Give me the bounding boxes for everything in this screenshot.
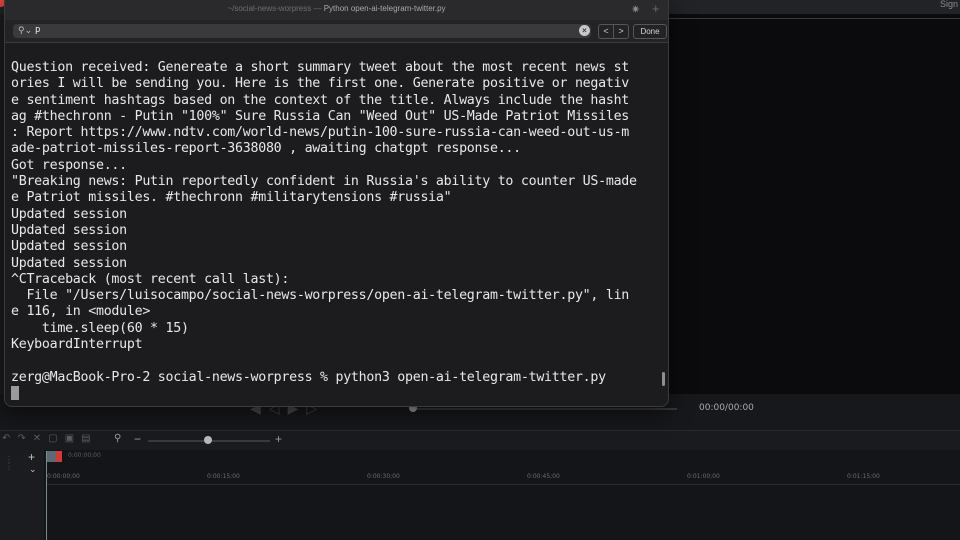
terminal-title-bar[interactable]: ~/social-news-worpress — Python open-ai-… <box>5 0 668 20</box>
ruler-label: 0:01:00;00 <box>687 473 720 480</box>
playback-scrubber-track[interactable] <box>415 408 677 410</box>
video-preview-canvas <box>665 14 960 394</box>
terminal-line: ade-patriot-missiles-report-3638080 , aw… <box>11 141 521 157</box>
find-previous-button[interactable]: < <box>599 25 613 38</box>
ruler-label: 0:01:15;00 <box>847 473 880 480</box>
terminal-line: KeyboardInterrupt <box>11 337 143 353</box>
terminal-scrollbar[interactable] <box>662 372 665 386</box>
find-next-button[interactable]: > <box>613 25 628 38</box>
ruler-label: 0:00:30;00 <box>367 473 400 480</box>
terminal-title: ~/social-news-worpress — Python open-ai-… <box>5 4 668 13</box>
zoom-out-button[interactable]: − <box>134 432 141 446</box>
terminal-line: ^CTraceback (most recent call last): <box>11 271 290 287</box>
terminal-line: Question received: Genereate a short sum… <box>11 60 630 75</box>
terminal-line: Updated session <box>11 255 127 271</box>
terminal-line: e 116, in <module> <box>11 304 151 320</box>
terminal-line: e Patriot missiles. #thechronn #military… <box>11 190 452 206</box>
collapse-tracks-chevron-icon[interactable]: ⌄ <box>29 464 37 475</box>
cut-icon[interactable]: ✕ <box>33 433 48 444</box>
search-icon[interactable]: ⚲⌄ <box>18 25 32 36</box>
timeline-tool-icons: ↶↷✕▢▣▤ <box>2 433 98 444</box>
preview-divider <box>665 18 960 19</box>
paste-icon[interactable]: ▣ <box>65 433 81 444</box>
terminal-line: Updated session <box>11 206 127 222</box>
zoom-search-icon: ⚲ <box>114 433 122 444</box>
terminal-line: File "/Users/luisocampo/social-news-worp… <box>11 288 630 304</box>
terminal-line: time.sleep(60 * 15) <box>11 320 189 336</box>
find-done-button[interactable]: Done <box>633 24 667 39</box>
terminal-line: Updated session <box>11 222 127 238</box>
clear-search-button[interactable]: × <box>579 25 590 36</box>
find-bar: ⚲⌄ p × < > Done <box>5 20 668 43</box>
terminal-output[interactable]: Question received: Genereate a short sum… <box>11 60 666 402</box>
undo-icon[interactable]: ↶ <box>2 433 17 444</box>
playhead-timecode: 0:00:00;00 <box>68 452 101 459</box>
terminal-line: Updated session <box>11 239 127 255</box>
playback-time-readout: 00:00/00:00 <box>699 403 754 413</box>
copy-icon[interactable]: ▢ <box>48 433 64 444</box>
timeline-toolbar <box>0 430 960 451</box>
ruler-label: 0:00:45;00 <box>527 473 560 480</box>
timeline-zoom-knob[interactable] <box>204 436 212 444</box>
terminal-line: "Breaking news: Putin reportedly confide… <box>11 174 637 190</box>
ruler-label: 0:00:00;00 <box>47 473 80 480</box>
drag-handle-icon[interactable]: ⋮ ⋮ <box>5 456 13 471</box>
timeline-ruler[interactable] <box>47 468 960 485</box>
find-input[interactable]: ⚲⌄ p × <box>13 24 591 38</box>
timeline-area[interactable] <box>0 450 960 540</box>
playhead-handle[interactable] <box>47 451 56 462</box>
terminal-cursor <box>11 385 19 400</box>
split-icon[interactable]: ▤ <box>81 433 97 444</box>
terminal-title-process: Python open-ai-telegram-twitter.py <box>323 4 446 13</box>
playhead-line <box>46 451 47 540</box>
ruler-label: 0:00:15;00 <box>207 473 240 480</box>
terminal-line: : Report https://www.ndtv.com/world-news… <box>11 125 630 141</box>
redo-icon[interactable]: ↷ <box>17 433 32 444</box>
add-track-button[interactable]: + <box>28 450 35 464</box>
terminal-line: ories I will be sending you. Here is the… <box>11 76 630 92</box>
new-tab-button[interactable]: + <box>652 1 660 16</box>
terminal-line: ag #thechronn - Putin "100%" Sure Russia… <box>11 108 630 124</box>
find-navigation: < > <box>598 24 629 39</box>
playhead-marker <box>56 451 62 462</box>
find-query-text[interactable]: p <box>35 25 40 35</box>
terminal-window: ~/social-news-worpress — Python open-ai-… <box>4 0 669 407</box>
sign-in-button[interactable]: Sign <box>940 0 958 9</box>
activity-spinner-icon: ✷ <box>631 4 641 16</box>
terminal-line: e sentiment hashtags based on the contex… <box>11 92 630 108</box>
terminal-title-path: ~/social-news-worpress — <box>227 4 324 13</box>
zoom-in-button[interactable]: + <box>275 432 282 446</box>
terminal-line: Got response... <box>11 157 127 173</box>
terminal-input-line[interactable] <box>11 385 666 402</box>
terminal-prompt-line: zerg@MacBook-Pro-2 social-news-worpress … <box>11 369 606 385</box>
